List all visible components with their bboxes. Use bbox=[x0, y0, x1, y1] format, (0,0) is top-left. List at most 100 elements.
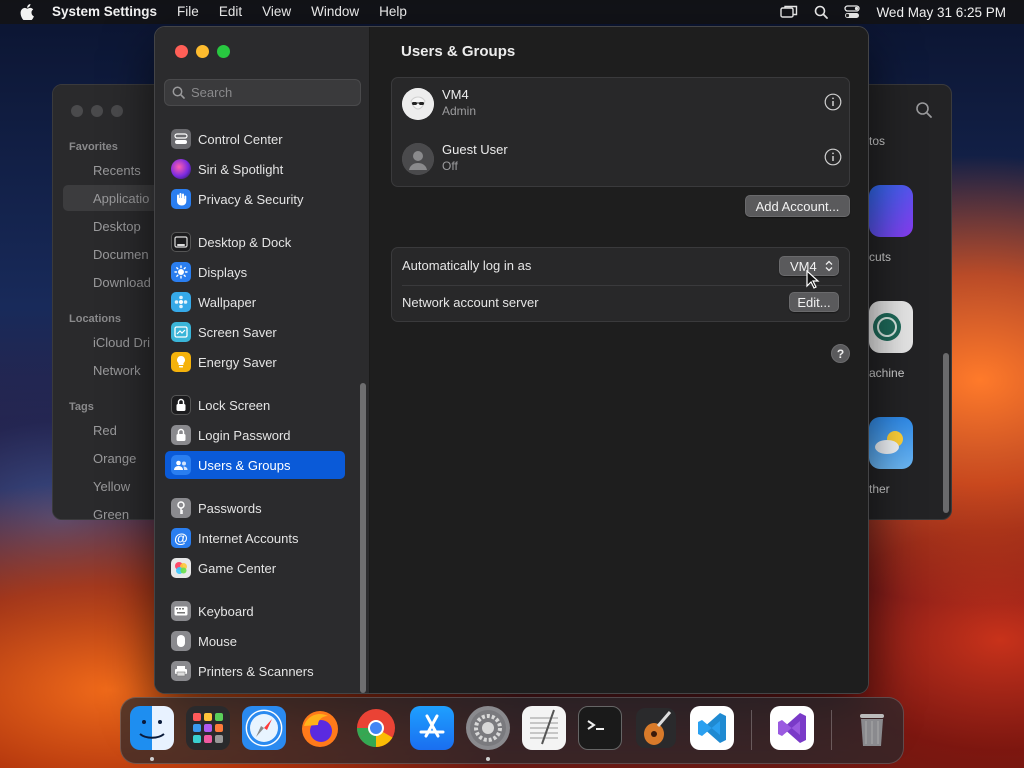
terminal-icon[interactable] bbox=[578, 706, 622, 750]
firefox-icon[interactable] bbox=[298, 706, 342, 750]
sidebar-item-label: Passwords bbox=[198, 500, 262, 516]
finder-tag[interactable]: Yellow bbox=[93, 479, 130, 494]
sidebar-item-login-password[interactable]: Login Password bbox=[165, 421, 345, 449]
sidebar-item-control-center[interactable]: Control Center bbox=[165, 125, 345, 153]
close-window-button[interactable] bbox=[175, 45, 188, 58]
finder-search-icon[interactable] bbox=[915, 101, 933, 119]
finder-item[interactable]: Recents bbox=[93, 163, 141, 178]
system-settings-window: Control Center Siri & Spotlight Privacy … bbox=[154, 26, 869, 694]
menu-clock[interactable]: Wed May 31 6:25 PM bbox=[876, 5, 1006, 20]
sidebar-item-label: Screen Saver bbox=[198, 324, 277, 340]
finder-item[interactable]: Documen bbox=[93, 247, 149, 262]
at-icon: @ bbox=[171, 528, 191, 548]
sidebar-item-screen-saver[interactable]: Screen Saver bbox=[165, 318, 345, 346]
screen-mirroring-icon[interactable] bbox=[780, 5, 798, 19]
printer-icon bbox=[171, 661, 191, 681]
sidebar-item-printers-scanners[interactable]: Printers & Scanners bbox=[165, 657, 345, 685]
sidebar-item-mouse[interactable]: Mouse bbox=[165, 627, 345, 655]
sidebar-item-siri-spotlight[interactable]: Siri & Spotlight bbox=[165, 155, 345, 183]
time-machine-app-icon[interactable] bbox=[869, 301, 913, 353]
sidebar-search[interactable] bbox=[164, 79, 361, 106]
user-row[interactable]: VM4 Admin bbox=[402, 82, 842, 126]
zoom-window-button[interactable] bbox=[217, 45, 230, 58]
control-center-menu-icon[interactable] bbox=[844, 5, 861, 19]
key-icon bbox=[171, 498, 191, 518]
settings-sidebar: Control Center Siri & Spotlight Privacy … bbox=[155, 27, 370, 693]
window-traffic-lights bbox=[175, 45, 230, 58]
minimize-window-button[interactable] bbox=[196, 45, 209, 58]
apple-menu-icon[interactable] bbox=[16, 0, 38, 24]
displays-icon bbox=[171, 262, 191, 282]
safari-icon[interactable] bbox=[242, 706, 286, 750]
sidebar-item-lock-screen[interactable]: Lock Screen bbox=[165, 391, 345, 419]
shortcuts-app-icon[interactable] bbox=[869, 185, 913, 237]
user-role: Admin bbox=[442, 104, 477, 118]
sidebar-item-energy-saver[interactable]: Energy Saver bbox=[165, 348, 345, 376]
sidebar-item-privacy-security[interactable]: Privacy & Security bbox=[165, 185, 345, 213]
auto-login-label: Automatically log in as bbox=[402, 258, 532, 273]
launchpad-icon[interactable] bbox=[186, 706, 230, 750]
avatar bbox=[402, 88, 434, 120]
dock bbox=[120, 697, 904, 764]
menu-edit[interactable]: Edit bbox=[209, 0, 252, 24]
sidebar-item-desktop-dock[interactable]: Desktop & Dock bbox=[165, 228, 345, 256]
menu-help[interactable]: Help bbox=[369, 0, 417, 24]
sidebar-item-game-center[interactable]: Game Center bbox=[165, 554, 345, 582]
weather-app-icon[interactable] bbox=[869, 417, 913, 469]
spotlight-search-icon[interactable] bbox=[814, 5, 829, 19]
sidebar-item-users-groups[interactable]: Users & Groups bbox=[165, 451, 345, 479]
control-center-icon bbox=[171, 129, 191, 149]
finder-icon[interactable] bbox=[130, 706, 174, 750]
textedit-icon[interactable] bbox=[522, 706, 566, 750]
sidebar-item-passwords[interactable]: Passwords bbox=[165, 494, 345, 522]
finder-app-label: achine bbox=[869, 366, 905, 380]
help-button[interactable]: ? bbox=[831, 344, 850, 363]
finder-item[interactable]: iCloud Dri bbox=[93, 335, 150, 350]
info-icon[interactable] bbox=[824, 148, 842, 166]
wallpaper-icon bbox=[171, 292, 191, 312]
add-account-button[interactable]: Add Account... bbox=[745, 195, 850, 217]
sidebar-item-wallpaper[interactable]: Wallpaper bbox=[165, 288, 345, 316]
sidebar-item-label: Game Center bbox=[198, 560, 277, 576]
menu-view[interactable]: View bbox=[252, 0, 301, 24]
sidebar-item-label: Keyboard bbox=[198, 603, 254, 619]
menu-file[interactable]: File bbox=[167, 0, 209, 24]
finder-scrollbar[interactable] bbox=[943, 353, 949, 513]
sidebar-item-internet-accounts[interactable]: @ Internet Accounts bbox=[165, 524, 345, 552]
search-input[interactable] bbox=[191, 85, 351, 100]
garageband-icon[interactable] bbox=[634, 706, 678, 750]
system-settings-icon[interactable] bbox=[466, 706, 510, 750]
finder-tag[interactable]: Green bbox=[93, 507, 129, 519]
search-icon bbox=[172, 86, 185, 99]
app-store-icon[interactable] bbox=[410, 706, 454, 750]
menu-window[interactable]: Window bbox=[301, 0, 369, 24]
edit-network-server-button[interactable]: Edit... bbox=[789, 292, 839, 312]
sidebar-item-displays[interactable]: Displays bbox=[165, 258, 345, 286]
chevron-updown-icon bbox=[825, 260, 833, 272]
finder-tag[interactable]: Orange bbox=[93, 451, 136, 466]
finder-item[interactable]: Download bbox=[93, 275, 151, 290]
screen-saver-icon bbox=[171, 322, 191, 342]
finder-app-label: ther bbox=[869, 482, 890, 496]
menu-app-name[interactable]: System Settings bbox=[38, 0, 167, 24]
sidebar-item-label: Desktop & Dock bbox=[198, 234, 292, 250]
lock-icon bbox=[171, 395, 191, 415]
info-icon[interactable] bbox=[824, 93, 842, 111]
sidebar-item-label: Internet Accounts bbox=[198, 530, 299, 546]
game-center-icon bbox=[171, 558, 191, 578]
trash-icon[interactable] bbox=[850, 706, 894, 750]
finder-item[interactable]: Applicatio bbox=[93, 191, 149, 206]
chrome-icon[interactable] bbox=[354, 706, 398, 750]
user-row[interactable]: Guest User Off bbox=[402, 137, 842, 181]
visual-studio-icon[interactable] bbox=[770, 706, 814, 750]
page-title: Users & Groups bbox=[401, 43, 516, 60]
siri-icon bbox=[171, 159, 191, 179]
sidebar-item-label: Displays bbox=[198, 264, 248, 280]
vscode-icon[interactable] bbox=[690, 706, 734, 750]
finder-item[interactable]: Desktop bbox=[93, 219, 141, 234]
energy-saver-icon bbox=[171, 352, 191, 372]
sidebar-item-keyboard[interactable]: Keyboard bbox=[165, 597, 345, 625]
finder-item[interactable]: Network bbox=[93, 363, 141, 378]
finder-tag[interactable]: Red bbox=[93, 423, 117, 438]
sidebar-scrollbar[interactable] bbox=[360, 383, 366, 693]
